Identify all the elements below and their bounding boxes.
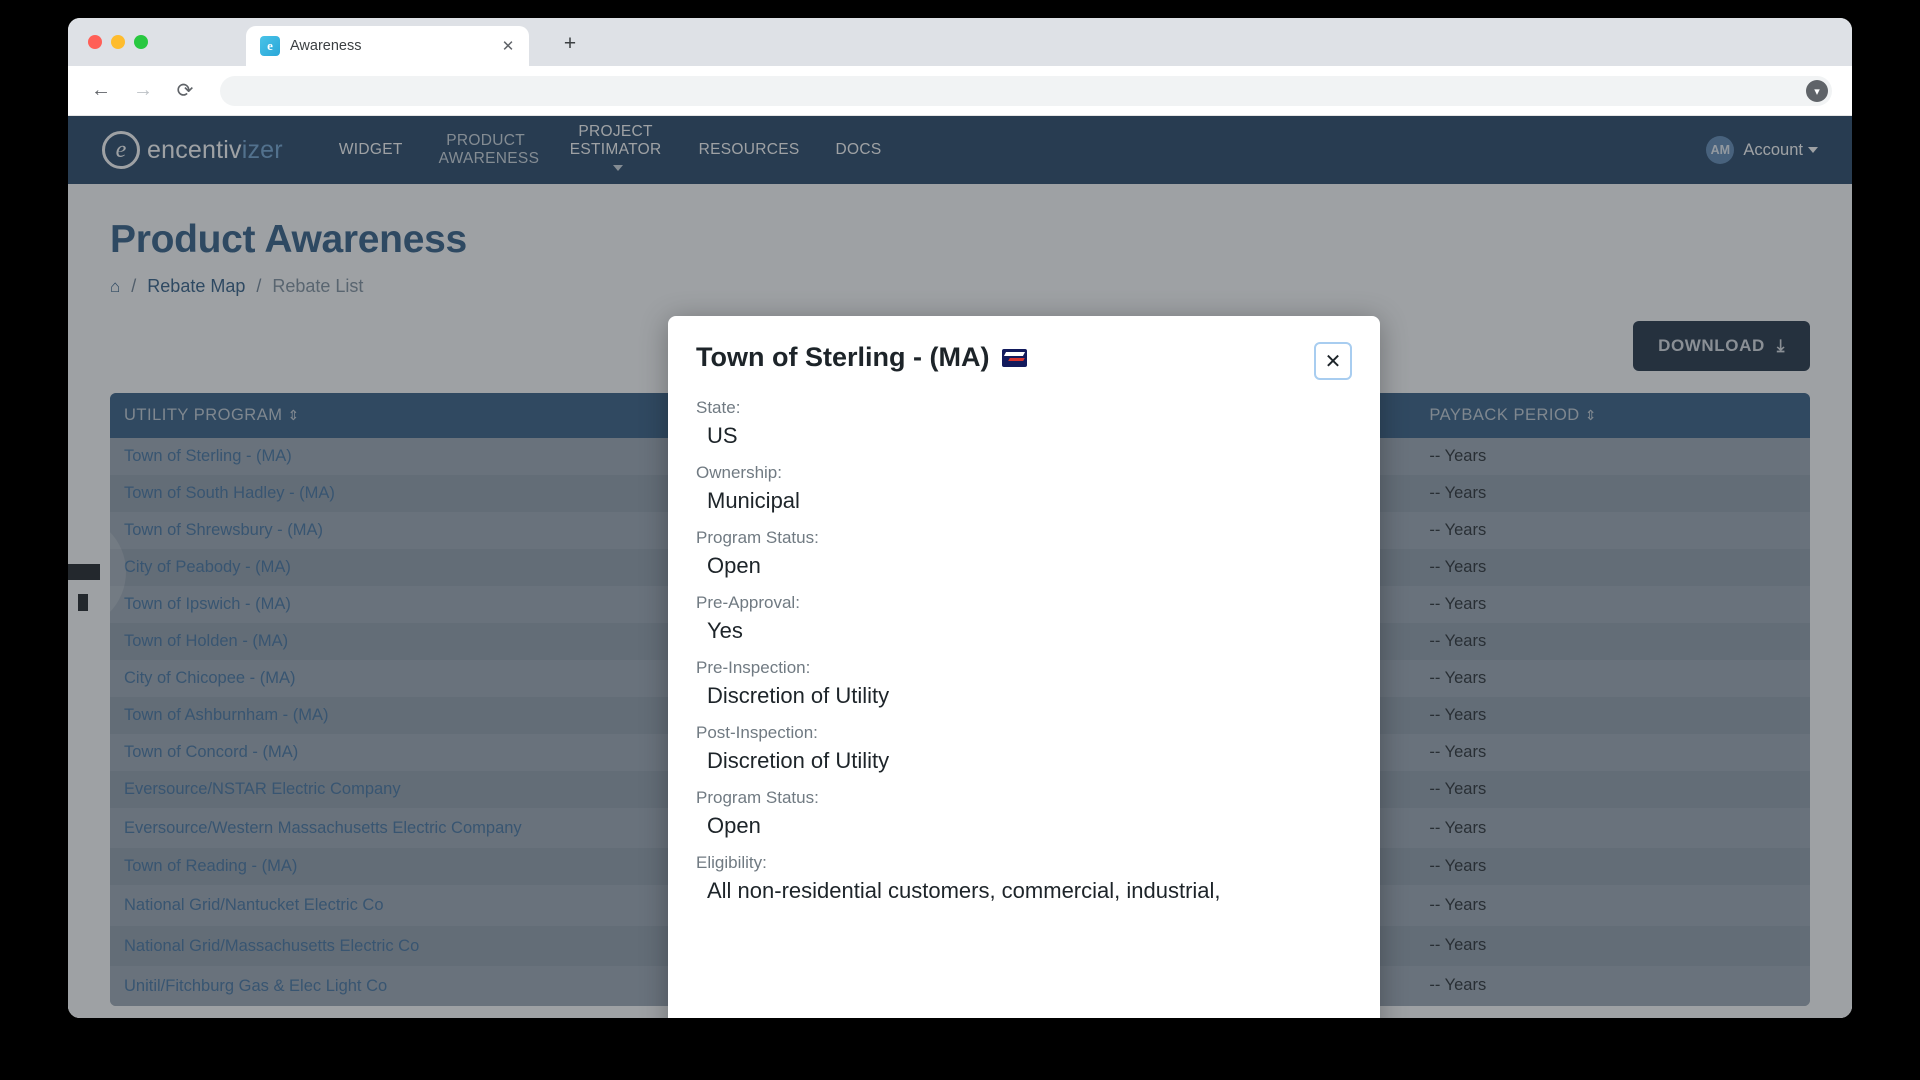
usps-icon [1002,348,1028,367]
close-icon[interactable]: ✕ [1314,342,1352,380]
new-tab-button[interactable]: + [556,30,584,58]
favicon-icon: e [260,36,280,56]
web-page: e encentivizer WIDGET PRODUCT AWARENESS … [68,116,1852,1018]
maximize-window-button[interactable] [134,35,148,49]
tab-title: Awareness [290,38,362,54]
field-label: Pre-Inspection: [696,658,811,677]
field-value: Open [707,813,761,838]
program-detail-modal: Town of Sterling - (MA) ✕ State: US Owners… [668,316,1380,1018]
modal-header: Town of Sterling - (MA) ✕ [668,316,1380,388]
field-value: Yes [707,618,743,643]
field-label: Post-Inspection: [696,723,818,742]
field-label: Pre-Approval: [696,593,800,612]
close-window-button[interactable] [88,35,102,49]
field-value: All non-residential customers, commercia… [707,878,1221,903]
field-value: Open [707,553,761,578]
field-label: Program Status: [696,788,819,807]
tab-strip: e Awareness ✕ + [68,18,1852,66]
modal-title: Town of Sterling - (MA) [696,342,1028,373]
field-label: Ownership: [696,463,782,482]
field-value: Discretion of Utility [707,748,890,773]
field-value: Municipal [707,488,800,513]
field-label: Program Status: [696,528,819,547]
browser-toolbar: ← → ⟳ [68,66,1852,116]
address-bar[interactable] [220,75,1832,106]
field-label: Eligibility: [696,853,767,872]
field-value: US [707,423,738,448]
window-controls [88,35,148,49]
browser-tab[interactable]: e Awareness ✕ [246,26,529,66]
modal-footer: Close [668,1006,1380,1018]
forward-icon[interactable]: → [130,78,156,104]
field-label: State: [696,398,741,417]
close-tab-icon[interactable]: ✕ [497,35,519,57]
modal-body: State: US Ownership: Municipal Program Statu… [668,388,1380,1006]
reload-icon[interactable]: ⟳ [172,78,198,104]
back-icon[interactable]: ← [88,78,114,104]
field-value: Discretion of Utility [707,683,890,708]
browser-window: e Awareness ✕ + ← → ⟳ ▾ e encentivizer W… [68,18,1852,1018]
modal-title-text: Town of Sterling - (MA) [696,342,990,372]
minimize-window-button[interactable] [111,35,125,49]
extension-menu-icon[interactable]: ▾ [1806,80,1828,102]
